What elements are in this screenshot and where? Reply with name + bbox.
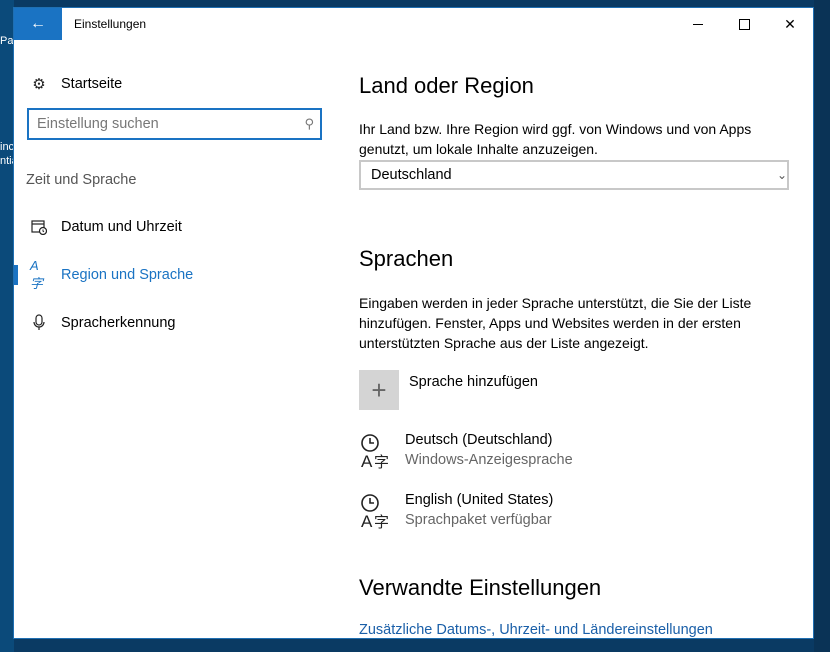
sidebar-item-speech[interactable]: Spracherkennung [14, 303, 339, 343]
search-input[interactable] [37, 115, 287, 133]
calendar-clock-icon [30, 218, 48, 236]
sidebar-item-date-time[interactable]: Datum und Uhrzeit [14, 207, 339, 247]
settings-window: ← Einstellungen ✕ ⚙ Startseite ⚲ Zeit un… [13, 7, 814, 639]
section-heading: Zeit und Sprache [26, 172, 137, 188]
svg-text:字: 字 [374, 513, 389, 530]
maximize-button[interactable] [721, 8, 767, 40]
languages-heading: Sprachen [359, 246, 454, 271]
maximize-icon [738, 18, 750, 30]
region-heading: Land oder Region [359, 73, 534, 98]
country-select-value: Deutschland [371, 167, 452, 183]
svg-text:字: 字 [374, 453, 389, 470]
chevron-down-icon: ⌄ [776, 168, 787, 182]
language-pack-icon: A 字 [361, 494, 389, 530]
add-language-label[interactable]: Sprache hinzufügen [409, 374, 538, 390]
language-status: Sprachpaket verfügbar [405, 512, 552, 528]
language-status: Windows-Anzeigesprache [405, 452, 573, 468]
language-item[interactable]: A 字 English (United States) Sprachpaket … [359, 492, 799, 536]
language-icon: A字 [30, 258, 44, 291]
additional-settings-link[interactable]: Zusätzliche Datums-, Uhrzeit- und Länder… [359, 622, 713, 638]
desktop-text: Pa [0, 35, 14, 47]
desktop-text: inc [0, 141, 15, 153]
svg-text:A: A [361, 452, 373, 470]
arrow-left-icon: ← [30, 15, 46, 32]
sidebar-item-region-language[interactable]: A字 Region und Sprache [14, 255, 339, 295]
sidebar-item-label: Region und Sprache [61, 267, 194, 283]
language-item[interactable]: A 字 Deutsch (Deutschland) Windows-Anzeig… [359, 432, 799, 476]
languages-description: Eingaben werden in jeder Sprache unterst… [359, 295, 752, 351]
language-pack-icon: A 字 [361, 434, 389, 470]
search-icon: ⚲ [304, 116, 314, 131]
sidebar-item-label: Datum und Uhrzeit [61, 219, 182, 235]
title-bar: ← Einstellungen ✕ [14, 8, 813, 40]
minimize-icon [693, 23, 703, 25]
related-settings-heading: Verwandte Einstellungen [359, 575, 602, 600]
plus-icon: + [371, 374, 387, 405]
add-language-button[interactable]: + [359, 370, 399, 410]
sidebar: ⚙ Startseite ⚲ Zeit und Sprache Datum un… [14, 40, 339, 638]
close-button[interactable]: ✕ [767, 8, 813, 40]
microphone-icon [30, 314, 48, 332]
region-description: Ihr Land bzw. Ihre Region wird ggf. von … [359, 121, 752, 157]
minimize-button[interactable] [675, 8, 721, 40]
language-name: Deutsch (Deutschland) [405, 432, 553, 448]
active-indicator [14, 265, 18, 285]
window-title: Einstellungen [74, 17, 147, 31]
language-name: English (United States) [405, 492, 554, 508]
gear-icon: ⚙ [32, 76, 46, 93]
sidebar-item-label: Spracherkennung [61, 315, 176, 331]
sidebar-item-home[interactable]: ⚙ Startseite [14, 64, 339, 104]
sidebar-item-label: Startseite [61, 76, 123, 92]
svg-text:A: A [361, 512, 373, 530]
country-select[interactable]: Deutschland ⌄ [359, 160, 789, 190]
search-box[interactable]: ⚲ [27, 108, 322, 140]
back-button[interactable]: ← [14, 8, 62, 40]
desktop-background [0, 0, 14, 652]
desktop-background-right [814, 0, 830, 652]
close-icon: ✕ [784, 15, 796, 32]
